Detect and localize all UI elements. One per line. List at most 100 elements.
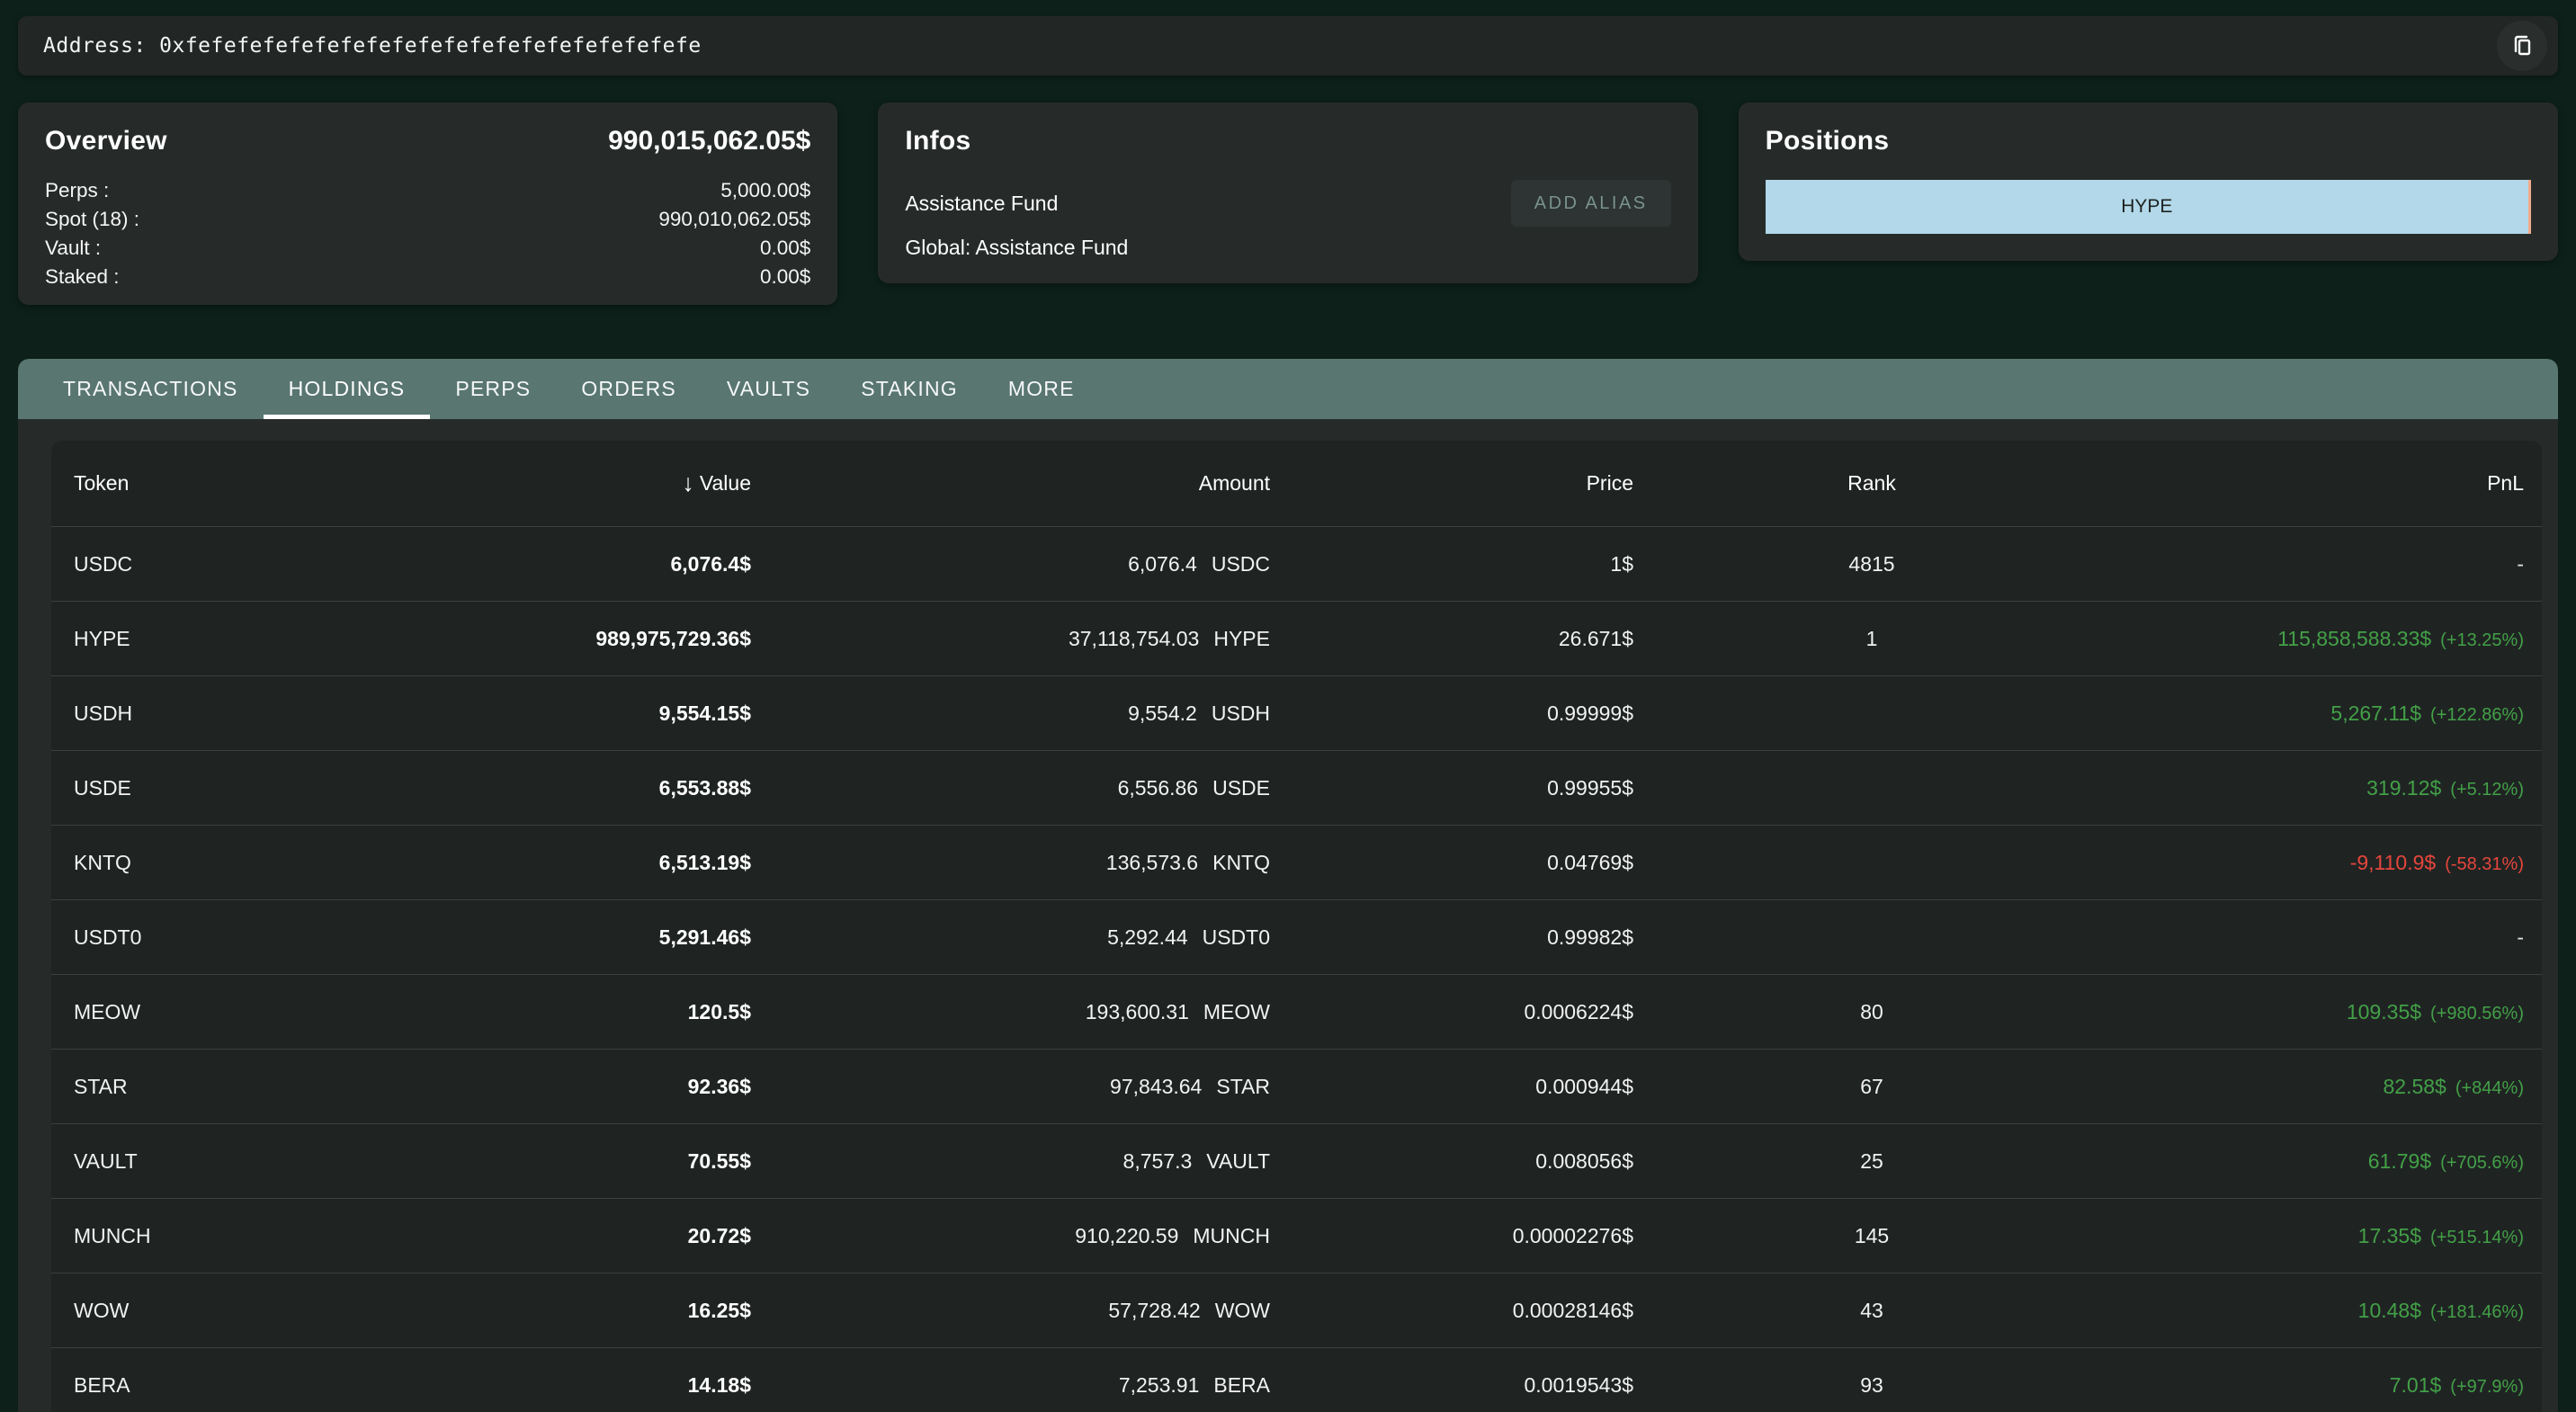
value-cell: 14.18$ (326, 1373, 751, 1398)
tab-vaults[interactable]: VAULTS (702, 359, 836, 419)
copy-address-button[interactable] (2497, 21, 2547, 71)
price-cell: 0.04769$ (1270, 851, 1633, 875)
price-cell: 0.00002276$ (1270, 1224, 1633, 1248)
token-cell: USDT0 (74, 925, 326, 950)
column-header-label: Amount (1199, 471, 1270, 496)
position-segment-other[interactable] (2528, 180, 2531, 234)
table-wrap: Token↓ValueAmountPriceRankPnL USDC6,076.… (18, 419, 2558, 1412)
tab-perps[interactable]: PERPS (430, 359, 556, 419)
main-section: TRANSACTIONSHOLDINGSPERPSORDERSVAULTSSTA… (18, 359, 2558, 1412)
tab-holdings[interactable]: HOLDINGS (264, 359, 431, 419)
pnl-cell: 5,267.11$(+122.86%) (2110, 702, 2524, 726)
value-cell: 70.55$ (326, 1149, 751, 1174)
table-row[interactable]: BERA14.18$7,253.91BERA0.0019543$937.01$(… (51, 1347, 2542, 1412)
copy-icon (2509, 32, 2536, 59)
pnl-value: - (2517, 925, 2524, 950)
token-cell: USDH (74, 702, 326, 726)
amount-symbol: HYPE (1213, 627, 1270, 651)
pnl-cell: 82.58$(+844%) (2110, 1075, 2524, 1099)
amount-cell: 910,220.59 MUNCH (751, 1224, 1270, 1248)
table-row[interactable]: USDT05,291.46$5,292.44USDT00.99982$- (51, 899, 2542, 974)
pnl-cell: 10.48$(+181.46%) (2110, 1299, 2524, 1323)
positions-card: Positions HYPE (1739, 103, 2558, 261)
value-cell: 120.5$ (326, 1000, 751, 1024)
pnl-value: 82.58$ (2383, 1075, 2446, 1099)
table-row[interactable]: MEOW120.5$193,600.31MEOW0.0006224$80109.… (51, 974, 2542, 1049)
rank-cell: 25 (1633, 1149, 2110, 1174)
price-cell: 0.00028146$ (1270, 1299, 1633, 1323)
table-row[interactable]: HYPE989,975,729.36$37,118,754.03HYPE26.6… (51, 601, 2542, 675)
pnl-percent: (+13.25%) (2440, 630, 2524, 651)
price-cell: 0.0019543$ (1270, 1373, 1633, 1398)
pnl-cell: 61.79$(+705.6%) (2110, 1149, 2524, 1174)
column-header-rank[interactable]: Rank (1633, 471, 2110, 496)
column-header-token[interactable]: Token (74, 471, 326, 496)
address-bar: Address: 0xfefefefefefefefefefefefefefef… (18, 16, 2558, 76)
address-text: Address: 0xfefefefefefefefefefefefefefef… (43, 34, 702, 58)
table-row[interactable]: USDH9,554.15$9,554.2USDH0.99999$5,267.11… (51, 675, 2542, 750)
amount-symbol: USDH (1212, 702, 1270, 726)
pnl-cell: -9,110.9$(-58.31%) (2110, 851, 2524, 875)
sort-desc-icon: ↓ (682, 471, 694, 496)
token-cell: STAR (74, 1075, 326, 1099)
value-cell: 989,975,729.36$ (326, 627, 751, 651)
table-row[interactable]: MUNCH20.72$910,220.59MUNCH0.00002276$145… (51, 1198, 2542, 1273)
tab-staking[interactable]: STAKING (836, 359, 983, 419)
tab-orders[interactable]: ORDERS (556, 359, 702, 419)
token-cell: KNTQ (74, 851, 326, 875)
table-row[interactable]: USDC6,076.4$6,076.4USDC1$4815- (51, 526, 2542, 601)
pnl-percent: (+980.56%) (2430, 1004, 2524, 1024)
tab-transactions[interactable]: TRANSACTIONS (38, 359, 264, 419)
value-cell: 6,076.4$ (326, 552, 751, 576)
holdings-table-header: Token↓Value AmountPriceRankPnL (51, 441, 2542, 526)
value-cell: 16.25$ (326, 1299, 751, 1323)
pnl-percent: (+515.14%) (2430, 1228, 2524, 1248)
overview-row-label: Spot (18) : (45, 205, 139, 234)
table-row[interactable]: USDE6,553.88$6,556.86USDE0.99955$319.12$… (51, 750, 2542, 825)
amount-symbol: KNTQ (1212, 851, 1270, 875)
amount-cell: 37,118,754.03HYPE (751, 627, 1270, 651)
overview-row-value: 0.00$ (760, 263, 810, 291)
rank-cell: 67 (1633, 1075, 2110, 1099)
table-row[interactable]: VAULT70.55$8,757.3VAULT0.008056$2561.79$… (51, 1123, 2542, 1198)
amount-symbol: STAR (1216, 1075, 1270, 1099)
global-alias: Global: Assistance Fund (905, 236, 1128, 259)
token-cell: MUNCH (74, 1224, 326, 1248)
token-cell: BERA (74, 1373, 326, 1398)
pnl-value: 17.35$ (2358, 1224, 2421, 1248)
add-alias-button[interactable]: ADD ALIAS (1511, 180, 1671, 227)
overview-row: Perps :5,000.00$ (45, 176, 810, 205)
value-cell: 92.36$ (326, 1075, 751, 1099)
column-header-value[interactable]: ↓Value (326, 471, 751, 496)
amount-cell: 8,757.3VAULT (751, 1149, 1270, 1174)
token-cell: WOW (74, 1299, 326, 1323)
amount-symbol: WOW (1215, 1299, 1270, 1323)
column-header-pnl[interactable]: PnL (2110, 471, 2524, 496)
amount-symbol: USDT0 (1203, 925, 1270, 950)
amount-symbol: USDC (1212, 552, 1270, 576)
token-cell: HYPE (74, 627, 326, 651)
overview-row-label: Perps : (45, 176, 109, 205)
column-header-price[interactable]: Price (1270, 471, 1633, 496)
token-cell: USDE (74, 776, 326, 800)
amount-cell: 6,076.4USDC (751, 552, 1270, 576)
tab-bar: TRANSACTIONSHOLDINGSPERPSORDERSVAULTSSTA… (18, 359, 2558, 419)
amount-number: 6,556.86 (1118, 776, 1199, 800)
amount-symbol: BERA (1213, 1373, 1270, 1398)
amount-number: 97,843.64 (1110, 1075, 1202, 1099)
table-row[interactable]: KNTQ6,513.19$136,573.6KNTQ0.04769$-9,110… (51, 825, 2542, 899)
amount-number: 910,220.59 (1075, 1224, 1178, 1248)
amount-cell: 5,292.44USDT0 (751, 925, 1270, 950)
table-row[interactable]: WOW16.25$57,728.42WOW0.00028146$4310.48$… (51, 1273, 2542, 1347)
position-segment-hype[interactable]: HYPE (1766, 180, 2528, 234)
amount-number: 193,600.31 (1086, 1000, 1189, 1024)
overview-rows: Perps :5,000.00$Spot (18) :990,010,062.0… (45, 176, 810, 291)
table-row[interactable]: STAR92.36$97,843.64STAR0.000944$6782.58$… (51, 1049, 2542, 1123)
overview-row-value: 0.00$ (760, 234, 810, 263)
holdings-table-body: USDC6,076.4$6,076.4USDC1$4815-HYPE989,97… (51, 526, 2542, 1412)
overview-row-label: Staked : (45, 263, 120, 291)
amount-symbol: MUNCH (1193, 1224, 1270, 1248)
column-header-amount[interactable]: Amount (751, 471, 1270, 496)
pnl-cell: 109.35$(+980.56%) (2110, 1000, 2524, 1024)
tab-more[interactable]: MORE (983, 359, 1100, 419)
